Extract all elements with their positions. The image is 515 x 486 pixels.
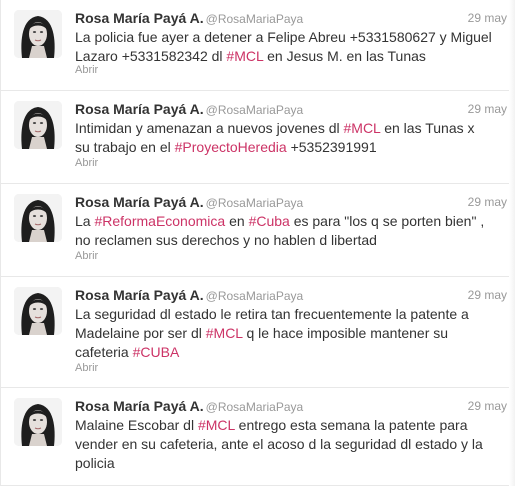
tweet-item[interactable]: Rosa María Payá A. @RosaMariaPaya 29 may La…: [1, 0, 515, 91]
author-name[interactable]: Rosa María Payá A.: [75, 194, 204, 210]
expand-link[interactable]: Abrir: [75, 64, 98, 76]
tweet-text: La seguridad dl estado le retira tan fre…: [75, 305, 493, 362]
expand-link[interactable]: Abrir: [75, 157, 98, 169]
tweet-item[interactable]: Rosa María Payá A. @RosaMariaPaya 29 may In…: [1, 91, 515, 184]
tweet-header: Rosa María Payá A. @RosaMariaPaya 29 may: [75, 286, 507, 304]
tweet-text-segment: en Jesus M. en las Tunas: [263, 48, 426, 64]
hashtag-link[interactable]: #MCL: [344, 120, 381, 136]
avatar[interactable]: [14, 287, 62, 335]
hashtag-link[interactable]: #CUBA: [133, 344, 180, 360]
tweet-text: La policia fue ayer a detener a Felipe A…: [75, 28, 493, 66]
hashtag-link[interactable]: #ReformaEconomica: [94, 213, 225, 229]
tweet-text: La #ReformaEconomica en #Cuba es para "l…: [75, 212, 493, 250]
tweet-text-segment: +5352391991: [286, 139, 377, 155]
author-name[interactable]: Rosa María Payá A.: [75, 398, 204, 414]
author-handle[interactable]: @RosaMariaPaya: [206, 400, 304, 414]
hashtag-link[interactable]: #MCL: [206, 325, 243, 341]
timestamp[interactable]: 29 may: [468, 397, 507, 415]
tweet-item[interactable]: Rosa María Payá A. @RosaMariaPaya 29 may La…: [1, 184, 515, 277]
tweet-header: Rosa María Payá A. @RosaMariaPaya 29 may: [75, 9, 507, 27]
tweet-item[interactable]: Rosa María Payá A. @RosaMariaPaya 29 may Ma…: [1, 388, 515, 486]
timestamp[interactable]: 29 may: [468, 100, 507, 118]
hashtag-link[interactable]: #Cuba: [249, 213, 290, 229]
expand-link[interactable]: Abrir: [75, 362, 98, 374]
avatar[interactable]: [14, 10, 62, 58]
tweet-text: Malaine Escobar dl #MCL entrego esta sem…: [75, 416, 493, 473]
author-handle[interactable]: @RosaMariaPaya: [206, 196, 304, 210]
hashtag-link[interactable]: #MCL: [198, 417, 235, 433]
author-name[interactable]: Rosa María Payá A.: [75, 287, 204, 303]
avatar[interactable]: [14, 101, 62, 149]
author-handle[interactable]: @RosaMariaPaya: [206, 12, 304, 26]
author-name[interactable]: Rosa María Payá A.: [75, 10, 204, 26]
author-name[interactable]: Rosa María Payá A.: [75, 101, 204, 117]
tweet-text-segment: La: [75, 213, 95, 229]
tweet-text-segment: Malaine Escobar dl: [75, 417, 198, 433]
author-handle[interactable]: @RosaMariaPaya: [206, 103, 304, 117]
timestamp[interactable]: 29 may: [468, 286, 507, 304]
tweet-text-segment: en: [225, 213, 249, 229]
tweet-text-segment: Intimidan y amenazan a nuevos jovenes dl: [75, 120, 344, 136]
tweet-header: Rosa María Payá A. @RosaMariaPaya 29 may: [75, 100, 507, 118]
tweet-item[interactable]: Rosa María Payá A. @RosaMariaPaya 29 may La…: [1, 277, 515, 388]
avatar[interactable]: [14, 194, 62, 242]
tweet-text: Intimidan y amenazan a nuevos jovenes dl…: [75, 119, 493, 157]
tweet-timeline: Rosa María Payá A. @RosaMariaPaya 29 may La…: [0, 0, 515, 486]
timestamp[interactable]: 29 may: [468, 9, 507, 27]
author-handle[interactable]: @RosaMariaPaya: [206, 289, 304, 303]
expand-link[interactable]: Abrir: [75, 250, 98, 262]
scrollbar-edge: [509, 0, 515, 486]
hashtag-link[interactable]: #ProyectoHeredia: [175, 139, 287, 155]
avatar[interactable]: [14, 398, 62, 446]
tweet-header: Rosa María Payá A. @RosaMariaPaya 29 may: [75, 193, 507, 211]
tweet-header: Rosa María Payá A. @RosaMariaPaya 29 may: [75, 397, 507, 415]
timestamp[interactable]: 29 may: [468, 193, 507, 211]
hashtag-link[interactable]: #MCL: [226, 48, 263, 64]
